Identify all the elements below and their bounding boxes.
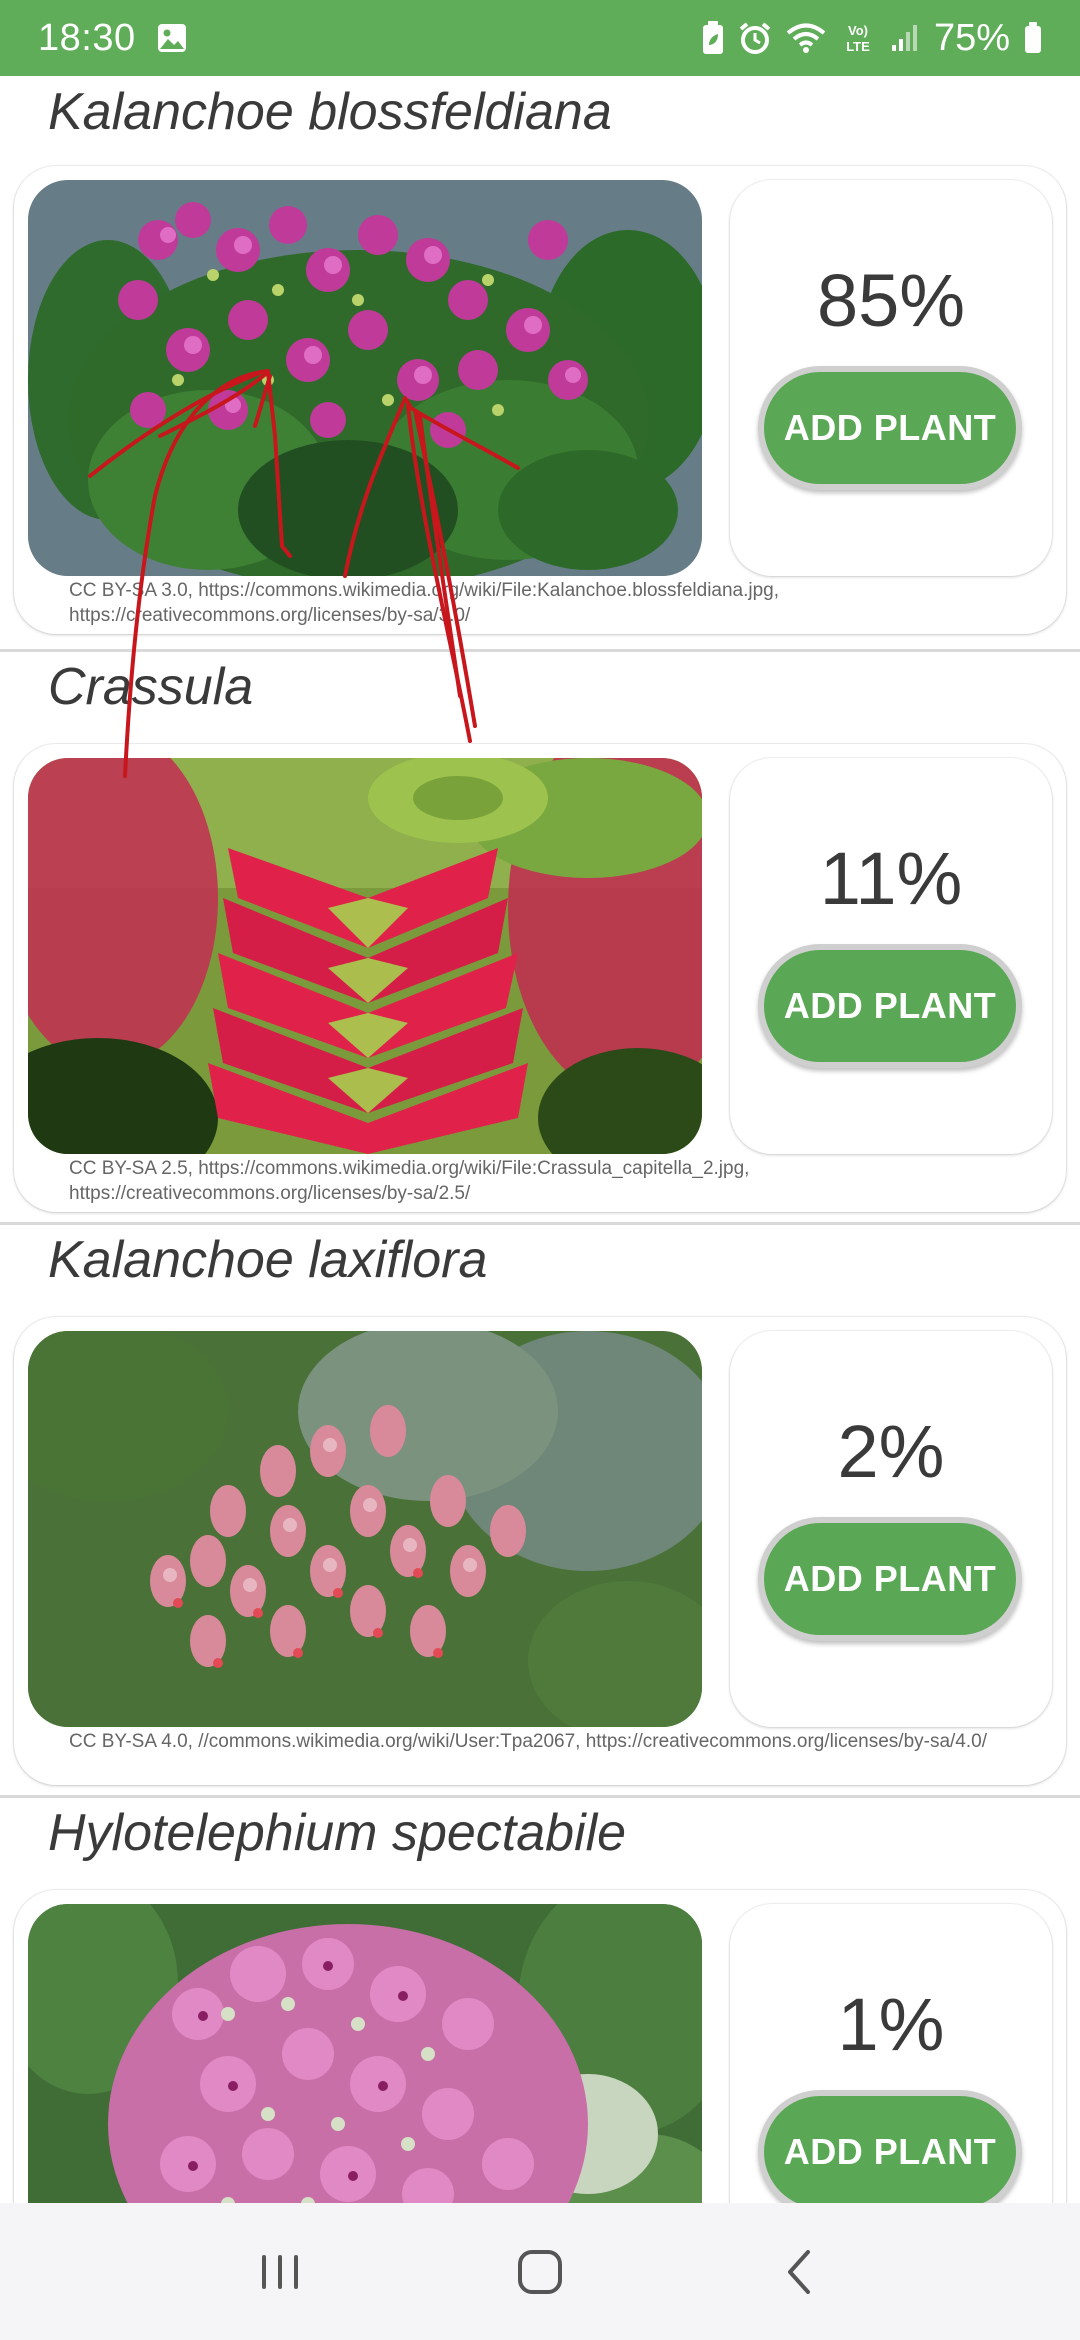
match-score-panel: 11% ADD PLANT	[730, 758, 1052, 1154]
plant-list[interactable]: Kalanchoe blossfeldiana 85% ADD PLANT CC…	[0, 76, 1080, 2203]
match-score-panel: 1% ADD PLANT	[730, 1904, 1052, 2203]
recent-apps-icon	[255, 2247, 305, 2297]
plant-photo	[28, 180, 702, 576]
plant-section: Kalanchoe laxiflora 2% ADD PLANT CC BY-S…	[0, 1222, 1080, 1795]
add-plant-button[interactable]: ADD PLANT	[758, 944, 1022, 1068]
signal-icon	[890, 23, 920, 53]
plant-section: Kalanchoe blossfeldiana 85% ADD PLANT CC…	[0, 76, 1080, 649]
match-score: 85%	[816, 259, 966, 342]
image-attribution: CC BY-SA 3.0, https://commons.wikimedia.…	[69, 580, 780, 626]
plant-name: Crassula	[48, 658, 254, 716]
plant-photo	[28, 1331, 702, 1727]
battery-saver-icon	[702, 21, 724, 55]
plant-card: 85% ADD PLANT CC BY-SA 3.0, https://comm…	[14, 166, 1066, 634]
recent-apps-button[interactable]	[220, 2222, 340, 2322]
image-attribution: CC BY-SA 2.5, https://commons.wikimedia.…	[69, 1158, 750, 1204]
add-plant-button[interactable]: ADD PLANT	[758, 1517, 1022, 1641]
plant-card: 1% ADD PLANT	[14, 1890, 1066, 2203]
plant-name: Hylotelephium spectabile	[48, 1804, 627, 1862]
add-plant-button[interactable]: ADD PLANT	[758, 2090, 1022, 2203]
plant-name: Kalanchoe blossfeldiana	[48, 83, 612, 141]
section-divider	[0, 1222, 1080, 1225]
svg-text:Vo): Vo)	[848, 23, 868, 38]
back-button[interactable]	[740, 2222, 860, 2322]
home-icon	[515, 2247, 565, 2297]
plant-photo	[28, 758, 702, 1154]
volte-icon: Vo) LTE	[840, 21, 876, 55]
section-divider	[0, 649, 1080, 652]
plant-card: 11% ADD PLANT CC BY-SA 2.5, https://comm…	[14, 744, 1066, 1212]
wifi-icon	[786, 22, 826, 54]
plant-section: Hylotelephium spectabile 1% ADD PLANT	[0, 1795, 1080, 2203]
home-button[interactable]	[480, 2222, 600, 2322]
plant-photo	[28, 1904, 702, 2203]
match-score-panel: 2% ADD PLANT	[730, 1331, 1052, 1727]
plant-card: 2% ADD PLANT CC BY-SA 4.0, //commons.wik…	[14, 1317, 1066, 1785]
image-icon	[156, 22, 188, 54]
battery-percent: 75%	[933, 16, 1010, 59]
status-left: 18:30	[38, 17, 188, 60]
status-time: 18:30	[38, 16, 136, 59]
add-plant-button[interactable]: ADD PLANT	[758, 366, 1022, 490]
match-score: 1%	[837, 1983, 945, 2066]
status-right: Vo) LTE 75%	[702, 17, 1042, 60]
plant-name: Kalanchoe laxiflora	[48, 1231, 488, 1289]
plant-section: Crassula 11% ADD PLANT CC BY-SA 2.5, htt…	[0, 649, 1080, 1222]
status-bar: 18:30 Vo) LTE 75%	[0, 0, 1080, 76]
image-attribution: CC BY-SA 4.0, //commons.wikimedia.org/wi…	[69, 1731, 988, 1752]
navigation-bar	[0, 2203, 1080, 2340]
match-score: 2%	[837, 1410, 945, 1493]
match-score-panel: 85% ADD PLANT	[730, 180, 1052, 576]
section-divider	[0, 1795, 1080, 1798]
svg-text:LTE: LTE	[846, 39, 870, 54]
match-score: 11%	[819, 837, 963, 920]
alarm-icon	[738, 21, 772, 55]
back-icon	[775, 2247, 825, 2297]
battery-icon	[1024, 22, 1042, 54]
